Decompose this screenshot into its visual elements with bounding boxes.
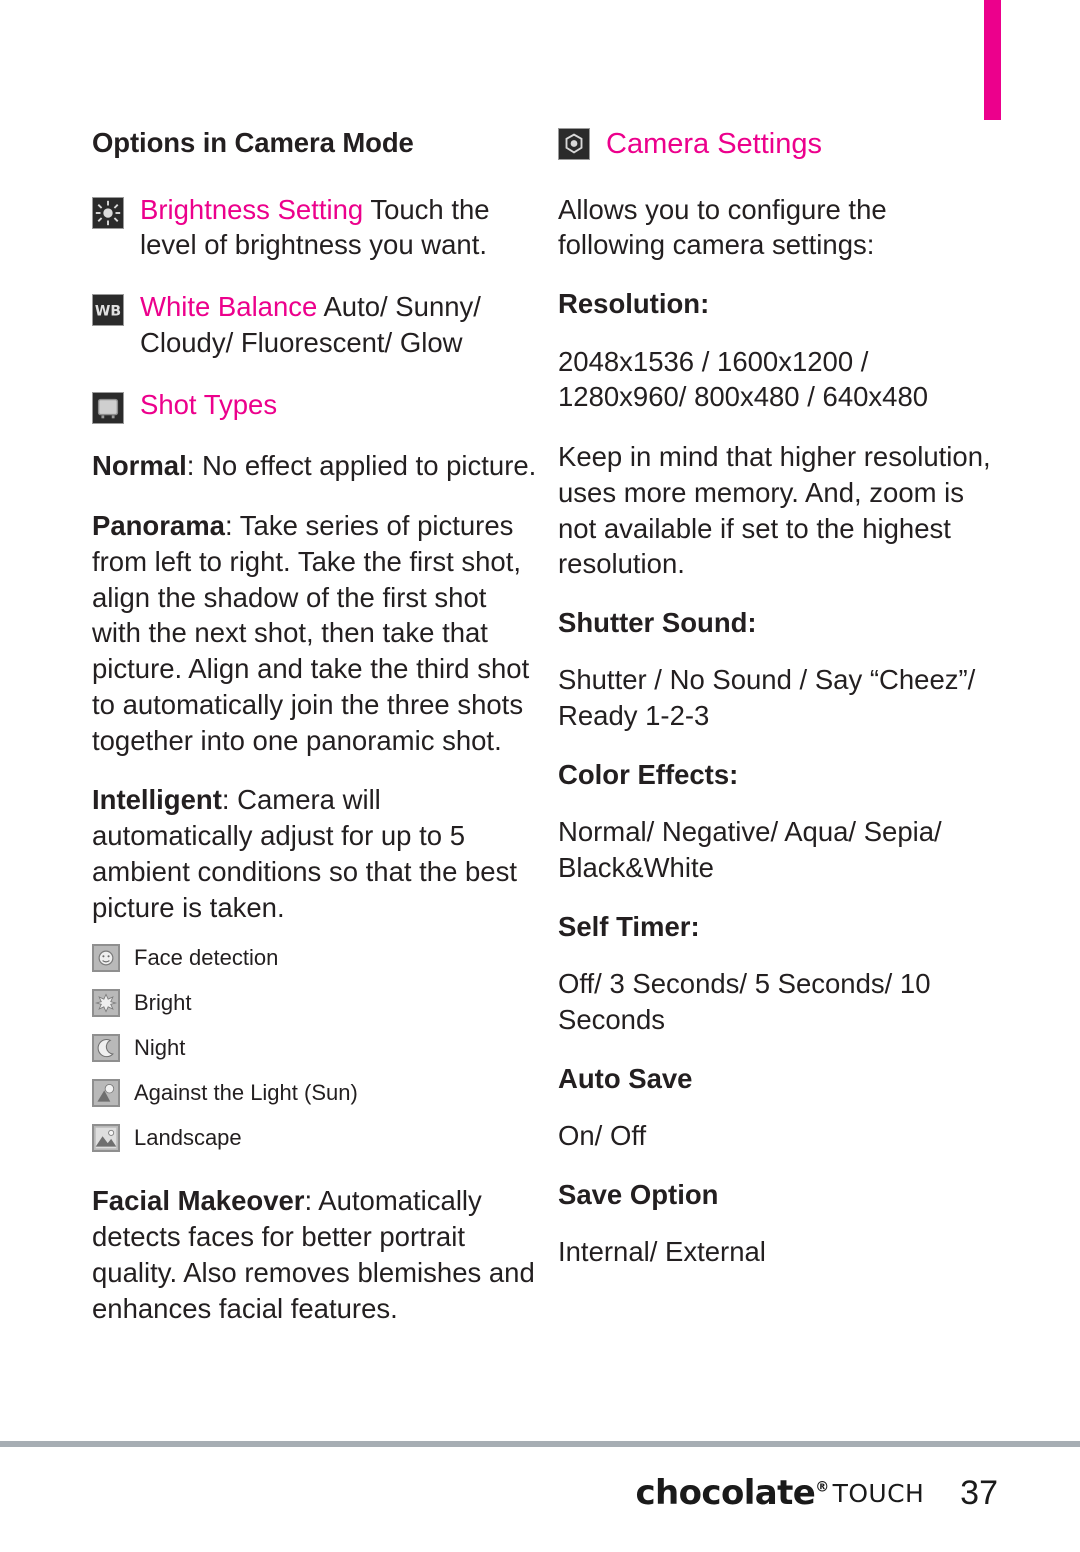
page-title: Options in Camera Mode bbox=[92, 127, 414, 158]
shot-type-normal-term: Normal bbox=[92, 450, 187, 482]
list-item: Bright bbox=[92, 988, 540, 1018]
setting-label-save-option: Save Option bbox=[558, 1178, 719, 1210]
shot-type-normal-definition: No effect applied to picture. bbox=[202, 450, 537, 482]
option-white-balance-title: White Balance bbox=[140, 291, 318, 323]
option-white-balance: WB White Balance Auto/ Sunny/ Cloudy/ Fl… bbox=[92, 289, 540, 361]
setting-label-color-effects: Color Effects: bbox=[558, 758, 739, 790]
brand-name: chocolate bbox=[635, 1473, 816, 1513]
setting-label-resolution: Resolution: bbox=[558, 288, 710, 320]
list-item: Night bbox=[92, 1033, 540, 1063]
facial-makeover: Facial Makeover: Automatically detects f… bbox=[92, 1183, 540, 1326]
scene-mode-label: Night bbox=[134, 1035, 186, 1061]
shot-types-icon bbox=[92, 391, 124, 424]
setting-values-shutter-sound: Shutter / No Sound / Say “Cheez”/ Ready … bbox=[558, 664, 976, 732]
shot-type-panorama: Panorama: Take series of pictures from l… bbox=[92, 508, 540, 758]
facial-makeover-sep: : bbox=[304, 1185, 319, 1217]
option-white-balance-text: White Balance Auto/ Sunny/ Cloudy/ Fluor… bbox=[140, 289, 540, 361]
brand-logo: chocolate® bbox=[635, 1473, 830, 1513]
footer: chocolate® TOUCH 37 bbox=[0, 1468, 1080, 1518]
camera-settings-intro: Allows you to configure the following ca… bbox=[558, 193, 887, 261]
option-brightness-title: Brightness Setting bbox=[140, 193, 364, 225]
option-shot-types: Shot Types bbox=[92, 387, 540, 424]
shot-type-intelligent-sep: : bbox=[221, 784, 238, 816]
camera-settings-heading-text: Camera Settings bbox=[606, 126, 998, 164]
option-brightness-setting: Brightness Setting Touch the level of br… bbox=[92, 192, 540, 264]
brightness-icon bbox=[92, 196, 124, 229]
facial-makeover-term: Facial Makeover bbox=[92, 1185, 305, 1217]
right-column: Camera Settings Allows you to configure … bbox=[558, 126, 998, 1294]
page-number: 37 bbox=[960, 1473, 998, 1512]
shot-type-normal-sep: : bbox=[186, 450, 203, 482]
shot-type-panorama-term: Panorama bbox=[92, 510, 225, 542]
setting-values-self-timer: Off/ 3 Seconds/ 5 Seconds/ 10 Seconds bbox=[558, 968, 931, 1035]
camera-settings-heading: Camera Settings bbox=[558, 126, 998, 164]
scene-mode-label: Face detection bbox=[134, 945, 279, 971]
setting-values-color-effects: Normal/ Negative/ Aqua/ Sepia/ Black&Whi… bbox=[558, 816, 942, 884]
left-column: Options in Camera Mode Brightness Settin… bbox=[92, 126, 540, 1350]
against-the-light-icon bbox=[92, 1079, 120, 1108]
list-item: Face detection bbox=[92, 943, 540, 973]
brand-suffix: TOUCH bbox=[832, 1478, 925, 1508]
face-detection-icon bbox=[92, 944, 120, 973]
setting-values-resolution: 2048x1536 / 1600x1200 / 1280x960/ 800x48… bbox=[558, 345, 929, 413]
option-shot-types-title: Shot Types bbox=[140, 388, 278, 420]
landscape-icon bbox=[92, 1124, 120, 1153]
list-item: Landscape bbox=[92, 1123, 540, 1153]
section-tab-marker bbox=[984, 0, 1001, 120]
camera-settings-icon bbox=[558, 128, 590, 160]
setting-label-self-timer: Self Timer: bbox=[558, 910, 700, 942]
setting-values-auto-save: On/ Off bbox=[558, 1120, 647, 1152]
shot-type-normal: Normal: No effect applied to picture. bbox=[92, 448, 540, 484]
scene-mode-label: Landscape bbox=[134, 1125, 242, 1151]
footer-divider bbox=[0, 1441, 1080, 1447]
setting-label-auto-save: Auto Save bbox=[558, 1062, 693, 1094]
registered-mark: ® bbox=[815, 1479, 829, 1496]
scene-mode-label: Bright bbox=[134, 990, 192, 1016]
svg-text:WB: WB bbox=[95, 304, 121, 320]
option-brightness-text: Brightness Setting Touch the level of br… bbox=[140, 192, 540, 264]
shot-type-intelligent-term: Intelligent bbox=[92, 784, 222, 816]
camera-settings-title: Camera Settings bbox=[606, 128, 822, 160]
shot-type-panorama-sep: : bbox=[224, 510, 240, 542]
bright-icon bbox=[92, 989, 120, 1018]
night-icon bbox=[92, 1034, 120, 1063]
shot-type-panorama-definition: Take series of pictures from left to rig… bbox=[92, 510, 530, 756]
option-shot-types-text: Shot Types bbox=[140, 387, 540, 423]
shot-type-intelligent: Intelligent: Camera will automatically a… bbox=[92, 782, 540, 925]
list-item: Against the Light (Sun) bbox=[92, 1078, 540, 1108]
setting-note-resolution: Keep in mind that higher resolution, use… bbox=[558, 441, 991, 580]
white-balance-icon: WB bbox=[92, 294, 124, 327]
scene-mode-label: Against the Light (Sun) bbox=[134, 1080, 358, 1106]
setting-label-shutter-sound: Shutter Sound: bbox=[558, 607, 757, 639]
setting-values-save-option: Internal/ External bbox=[558, 1236, 766, 1268]
scene-mode-list: Face detection Bright Night Against the … bbox=[92, 943, 540, 1153]
